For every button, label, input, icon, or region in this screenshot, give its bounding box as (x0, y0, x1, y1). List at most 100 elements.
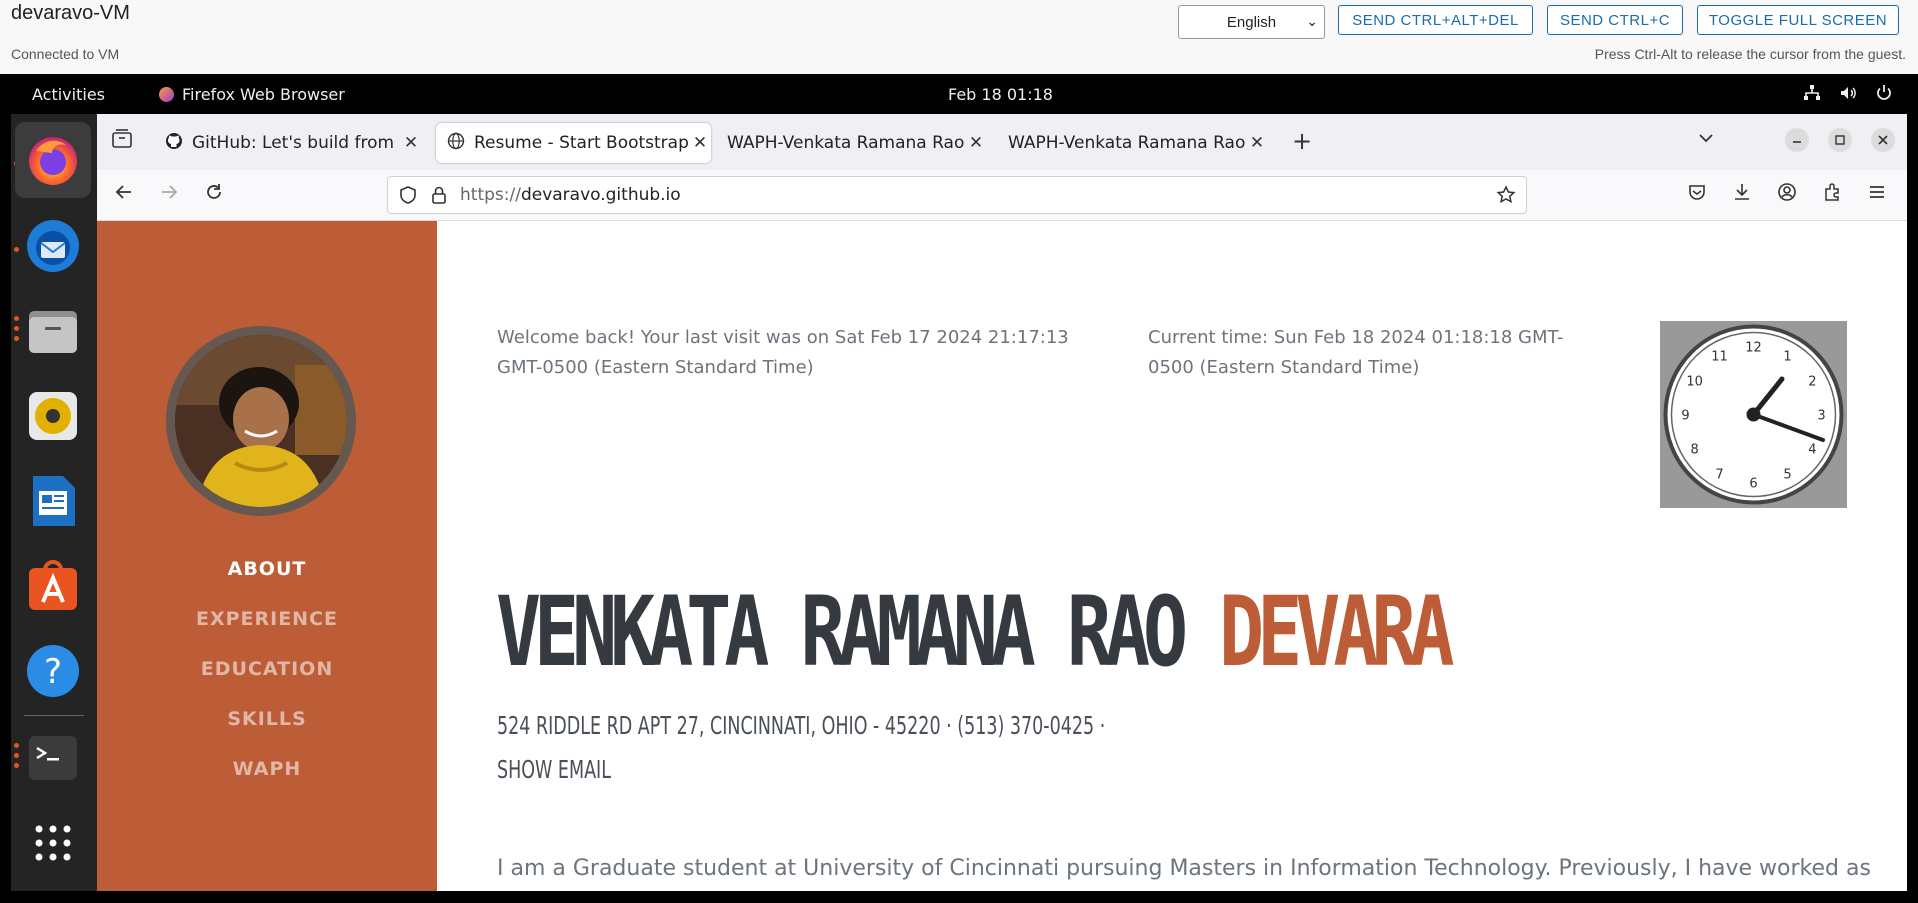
reload-icon[interactable] (204, 182, 224, 207)
clock-numeral: 9 (1681, 409, 1689, 424)
analog-clock: 12 1 2 3 4 5 6 7 8 9 10 11 (1660, 321, 1847, 508)
clock-numeral: 7 (1715, 467, 1723, 482)
url-text[interactable]: https://devaravo.github.io (460, 185, 681, 205)
tab-github[interactable]: GitHub: Let's build from here ✕ (154, 123, 422, 163)
network-icon[interactable] (1803, 84, 1821, 107)
resume-name-heading: VENKATA RAMANA RAO DEVARA (496, 576, 1455, 688)
clock-numeral: 12 (1745, 341, 1762, 356)
tab-strip: GitHub: Let's build from here ✕ Resume -… (97, 114, 1907, 170)
account-icon[interactable] (1777, 182, 1797, 207)
tab-label: GitHub: Let's build from here (192, 133, 400, 153)
close-icon[interactable]: ✕ (400, 133, 422, 153)
nav-link-about[interactable]: ABOUT (97, 558, 437, 580)
first-name: VENKATA RAMANA RAO (496, 576, 1188, 688)
writer-icon[interactable] (25, 473, 81, 529)
running-indicator (14, 763, 19, 768)
show-email-link[interactable]: SHOW EMAIL (497, 755, 611, 784)
url-host: devaravo.github.io (520, 185, 681, 205)
nav-link-waph[interactable]: WAPH (97, 758, 437, 780)
firefox-icon[interactable] (15, 122, 91, 198)
tab-resume[interactable]: Resume - Start Bootstrap ✕ (436, 123, 711, 163)
help-icon[interactable]: ? (25, 643, 81, 699)
clock-numeral: 3 (1817, 409, 1825, 424)
bookmark-star-icon[interactable] (1496, 185, 1516, 209)
release-cursor-hint: Press Ctrl-Alt to release the cursor fro… (1594, 46, 1906, 62)
forward-icon[interactable] (159, 182, 179, 207)
close-icon[interactable]: ✕ (965, 133, 987, 153)
language-select-value: English (1226, 13, 1277, 31)
resume-sidebar: ABOUT EXPERIENCE EDUCATION SKILLS WAPH (97, 221, 437, 891)
clock-numeral: 2 (1808, 375, 1816, 390)
ubuntu-dock: ? (11, 114, 97, 891)
shield-icon[interactable] (398, 185, 418, 209)
back-icon[interactable] (114, 182, 134, 207)
chevron-down-icon: ⌄ (1306, 13, 1318, 29)
tab-label: Resume - Start Bootstrap (474, 133, 689, 153)
last-visit-message: Welcome back! Your last visit was on Sat… (497, 327, 1069, 378)
current-time-message: Current time: Sun Feb 18 2024 01:18:18 G… (1148, 327, 1564, 378)
github-icon (164, 132, 184, 154)
tab-label: WAPH-Venkata Ramana Rao (1008, 133, 1246, 153)
svg-text:?: ? (44, 652, 62, 692)
gnome-top-bar: Activities Firefox Web Browser Feb 18 01… (11, 76, 1907, 114)
vm-title: devaravo-VM (11, 2, 130, 24)
clock-numeral: 5 (1783, 467, 1791, 482)
maximize-icon[interactable] (1828, 128, 1852, 157)
vm-connection-status: Connected to VM (11, 46, 120, 62)
send-ctrl-c-button[interactable]: SEND CTRL+C (1547, 5, 1683, 35)
navigation-toolbar: https://devaravo.github.io (97, 170, 1907, 221)
minimize-icon[interactable] (1785, 128, 1809, 157)
close-icon[interactable]: ✕ (1246, 133, 1268, 153)
clock-numeral: 4 (1808, 443, 1816, 458)
nav-link-education[interactable]: EDUCATION (97, 658, 437, 680)
running-indicator (14, 316, 19, 321)
close-icon[interactable]: ✕ (689, 133, 711, 153)
last-name: DEVARA (1219, 576, 1454, 688)
running-indicator (14, 326, 19, 331)
firefox-window: GitHub: Let's build from here ✕ Resume -… (97, 114, 1907, 891)
list-all-tabs-icon[interactable] (1697, 128, 1715, 152)
bio-paragraph: I am a Graduate student at University of… (497, 856, 1871, 881)
app-center-icon[interactable] (25, 558, 81, 614)
clock-numeral: 6 (1749, 477, 1757, 492)
downloads-icon[interactable] (1732, 182, 1752, 207)
nav-link-skills[interactable]: SKILLS (97, 708, 437, 730)
show-apps-icon[interactable] (25, 815, 81, 871)
power-icon[interactable] (1875, 84, 1893, 107)
volume-icon[interactable] (1839, 84, 1857, 107)
url-bar[interactable]: https://devaravo.github.io (387, 176, 1527, 214)
extensions-icon[interactable] (1822, 182, 1842, 207)
tab-label: WAPH-Venkata Ramana Rao (727, 133, 965, 153)
activities-button[interactable]: Activities (32, 85, 105, 104)
window-close-icon[interactable] (1871, 128, 1895, 157)
globe-icon (446, 132, 466, 154)
tab-waph-2[interactable]: WAPH-Venkata Ramana Rao ✕ (998, 123, 1268, 163)
top-bar-clock[interactable]: Feb 18 01:18 (948, 85, 1053, 104)
thunderbird-icon[interactable] (25, 218, 81, 274)
terminal-icon[interactable] (25, 730, 81, 786)
vm-console-header: devaravo-VM Connected to VM English ⌄ SE… (0, 0, 1918, 74)
new-tab-icon[interactable]: + (1292, 127, 1312, 155)
system-tray[interactable] (1803, 84, 1893, 107)
running-indicator (14, 743, 19, 748)
lock-icon[interactable] (430, 185, 448, 209)
toggle-full-screen-button[interactable]: TOGGLE FULL SCREEN (1697, 5, 1899, 35)
send-ctrl-alt-del-button[interactable]: SEND CTRL+ALT+DEL (1338, 5, 1533, 35)
nav-link-experience[interactable]: EXPERIENCE (97, 608, 437, 630)
language-select[interactable]: English ⌄ (1178, 5, 1325, 39)
clock-numeral: 8 (1690, 443, 1698, 458)
rhythmbox-icon[interactable] (25, 388, 81, 444)
hamburger-menu-icon[interactable] (1867, 182, 1887, 207)
dock-separator (24, 715, 84, 716)
tab-waph-1[interactable]: WAPH-Venkata Ramana Rao ✕ (717, 123, 987, 163)
firefox-small-icon (159, 87, 174, 102)
profile-photo (166, 326, 356, 516)
app-menu[interactable]: Firefox Web Browser (159, 85, 345, 104)
clock-numeral: 10 (1686, 375, 1703, 390)
running-indicator (14, 753, 19, 758)
running-indicator (14, 247, 19, 252)
url-scheme: https:// (460, 185, 521, 205)
firefox-view-icon[interactable] (111, 128, 133, 155)
pocket-icon[interactable] (1687, 182, 1707, 207)
files-icon[interactable] (25, 303, 81, 359)
